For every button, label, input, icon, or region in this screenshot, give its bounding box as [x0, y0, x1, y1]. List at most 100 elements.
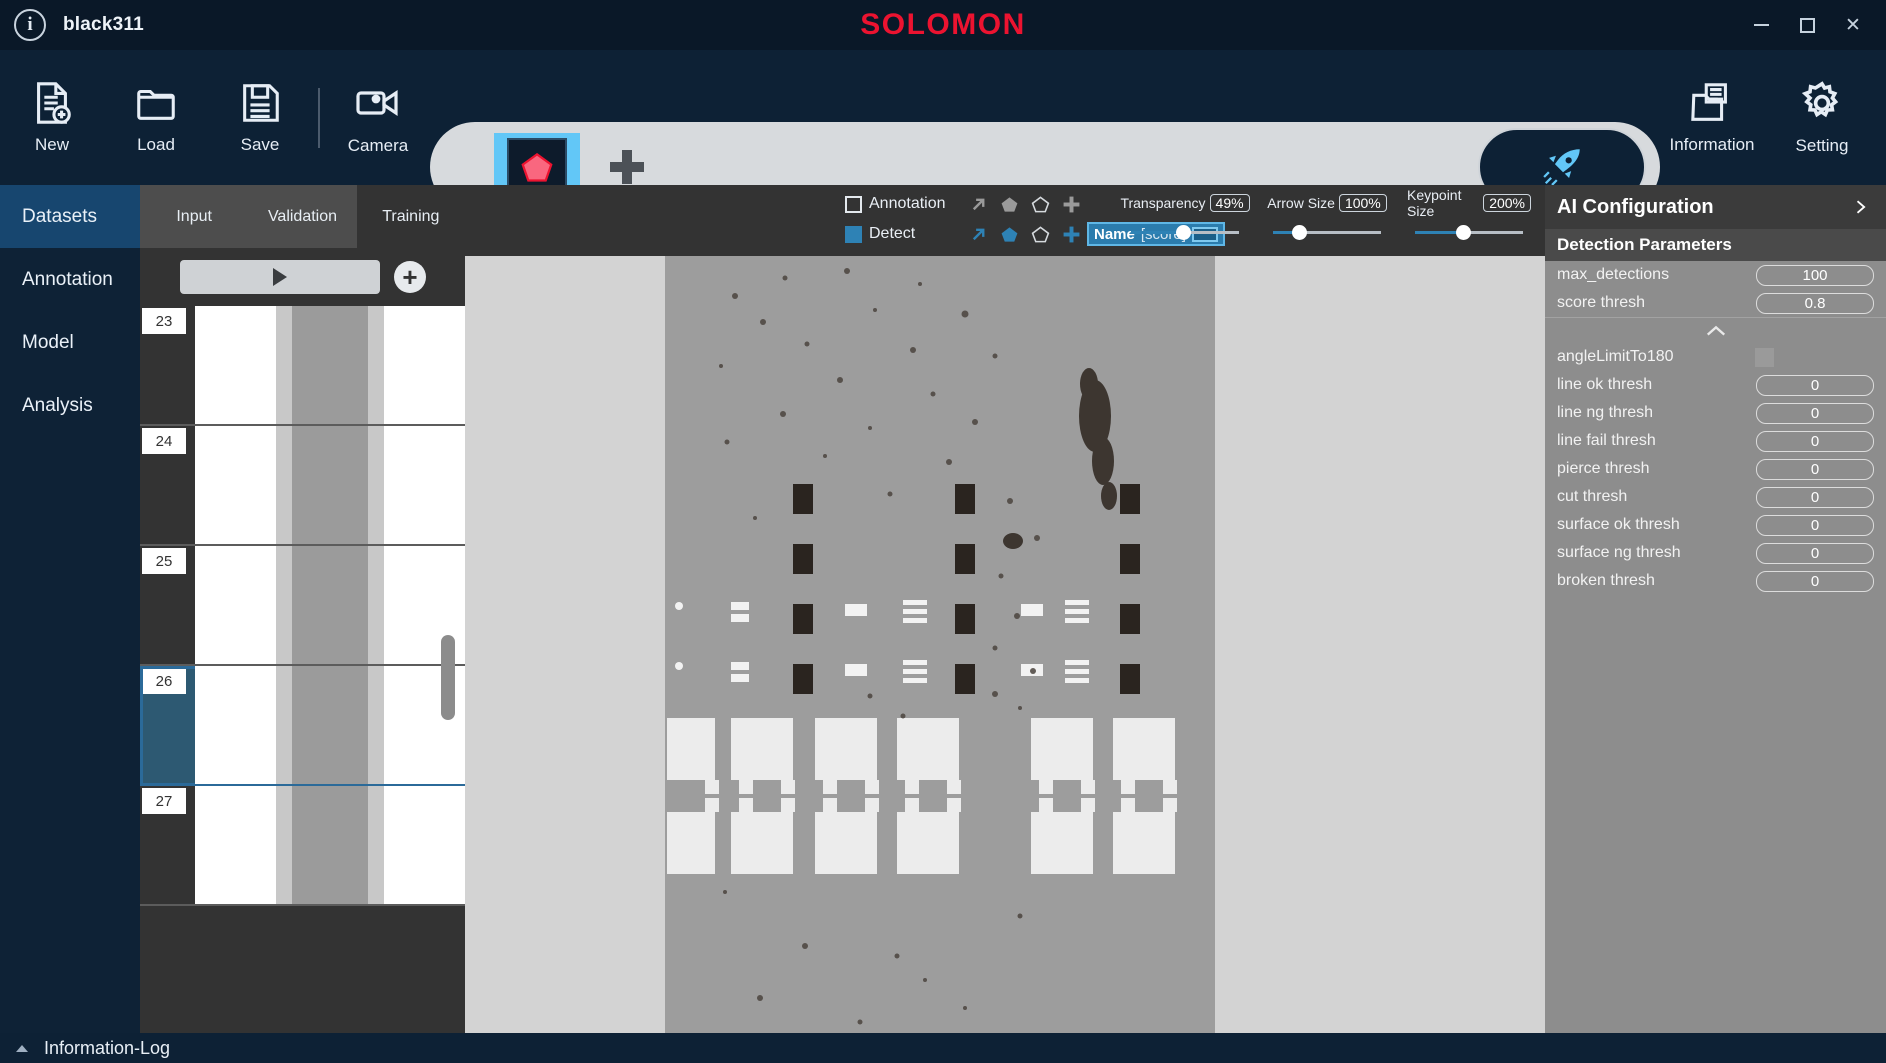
- new-label: New: [35, 135, 69, 155]
- minimize-icon[interactable]: [1738, 4, 1784, 46]
- thumbnail-index: 26: [142, 668, 186, 694]
- param-value[interactable]: 100: [1756, 265, 1874, 286]
- sidebar-label-analysis: Analysis: [22, 395, 93, 417]
- sidebar-item-analysis[interactable]: Analysis: [0, 374, 140, 437]
- close-icon[interactable]: ✕: [1830, 4, 1876, 46]
- chevron-right-icon[interactable]: [1850, 197, 1870, 217]
- main-sidebar: Datasets Annotation Model Analysis: [0, 185, 140, 1035]
- camera-button[interactable]: Camera: [326, 62, 430, 174]
- plus-icon[interactable]: [1062, 195, 1081, 214]
- transparency-slider[interactable]: [1123, 217, 1247, 247]
- gear-icon: [1798, 79, 1846, 127]
- param-max-detections: max_detections 100: [1545, 261, 1886, 289]
- transparency-slider-group: Transparency 49%: [1123, 189, 1247, 247]
- thumbnail-image[interactable]: [195, 786, 465, 904]
- thumbnail-image[interactable]: [195, 306, 465, 424]
- sidebar-item-datasets[interactable]: Datasets: [0, 185, 140, 248]
- param-value[interactable]: 0: [1756, 487, 1874, 508]
- table-row[interactable]: 24: [140, 426, 465, 546]
- param-value[interactable]: 0: [1756, 459, 1874, 480]
- add-dataset-button[interactable]: +: [394, 261, 426, 293]
- view-sliders: Transparency 49% Arrow Size 100%: [1123, 189, 1531, 247]
- setting-label: Setting: [1796, 136, 1849, 156]
- param-value[interactable]: 0: [1756, 375, 1874, 396]
- save-label: Save: [241, 135, 280, 155]
- tab-input[interactable]: Input: [140, 185, 248, 248]
- param-value[interactable]: 0: [1756, 431, 1874, 452]
- main-toolbar: New Load Save: [0, 50, 1886, 185]
- param-value[interactable]: 0.8: [1756, 293, 1874, 314]
- ai-configuration-header[interactable]: AI Configuration: [1545, 185, 1886, 229]
- maximize-icon[interactable]: [1784, 4, 1830, 46]
- detect-checkbox[interactable]: [845, 226, 862, 243]
- dataset-actions: +: [140, 248, 465, 306]
- thumbnail-scrollbar[interactable]: [441, 635, 455, 720]
- table-row[interactable]: 26: [140, 666, 465, 786]
- collapse-section-button[interactable]: [1545, 317, 1886, 343]
- inspection-image-content: [665, 256, 1215, 1035]
- inspection-image[interactable]: [665, 256, 1215, 1035]
- arrow-size-slider-group: Arrow Size 100%: [1265, 189, 1389, 247]
- application-window: i black311 SOLOMON ✕ New: [0, 0, 1886, 1063]
- filled-pentagon-icon[interactable]: [1000, 195, 1019, 214]
- information-button[interactable]: Information: [1660, 62, 1764, 174]
- play-button[interactable]: [180, 260, 380, 294]
- param-value[interactable]: 0: [1756, 403, 1874, 424]
- plus-icon[interactable]: [1062, 225, 1081, 244]
- thumbnail-image[interactable]: [195, 546, 465, 664]
- table-row[interactable]: 25: [140, 546, 465, 666]
- thumbnail-index: 25: [142, 548, 186, 574]
- tab-validation[interactable]: Validation: [248, 185, 356, 248]
- param-key: line ng thresh: [1557, 404, 1756, 422]
- thumbnail-index-cell: 27: [140, 786, 195, 904]
- information-log-label[interactable]: Information-Log: [44, 1038, 170, 1059]
- thumbnail-index-cell: 24: [140, 426, 195, 544]
- param-key: cut thresh: [1557, 488, 1756, 506]
- add-tool-icon[interactable]: [610, 150, 644, 184]
- sidebar-label-datasets: Datasets: [22, 206, 97, 228]
- tab-training[interactable]: Training: [357, 185, 465, 248]
- param-surface-ng-thresh: surface ng thresh 0: [1545, 539, 1886, 567]
- filled-pentagon-icon[interactable]: [1000, 225, 1019, 244]
- save-button[interactable]: Save: [208, 62, 312, 174]
- table-row[interactable]: 23: [140, 306, 465, 426]
- keypoint-size-slider[interactable]: [1407, 217, 1531, 247]
- param-value[interactable]: 0: [1756, 571, 1874, 592]
- load-label: Load: [137, 135, 175, 155]
- param-pierce-thresh: pierce thresh 0: [1545, 455, 1886, 483]
- dataset-panel: Input Validation Training + 23: [140, 185, 465, 1035]
- camera-label: Camera: [348, 136, 408, 156]
- sidebar-item-model[interactable]: Model: [0, 311, 140, 374]
- tab-validation-label: Validation: [268, 208, 337, 226]
- outline-pentagon-icon[interactable]: [1031, 225, 1050, 244]
- param-value[interactable]: 0: [1756, 543, 1874, 564]
- sidebar-item-annotation[interactable]: Annotation: [0, 248, 140, 311]
- new-button[interactable]: New: [0, 62, 104, 174]
- chevron-up-icon: [1705, 324, 1727, 338]
- thumbnail-image[interactable]: [195, 426, 465, 544]
- thumbnail-index: 27: [142, 788, 186, 814]
- tab-training-label: Training: [382, 208, 439, 226]
- toolbar-divider: [318, 88, 320, 148]
- thumbnail-image[interactable]: [195, 666, 465, 784]
- param-value[interactable]: 0: [1756, 515, 1874, 536]
- image-canvas[interactable]: [465, 256, 1545, 1035]
- status-bar: Information-Log: [0, 1033, 1886, 1063]
- transparency-label: Transparency: [1120, 195, 1205, 211]
- annotation-shape-tools: [969, 195, 1081, 214]
- triangle-up-icon[interactable]: [16, 1045, 28, 1052]
- arrow-icon[interactable]: [969, 225, 988, 244]
- annotation-checkbox[interactable]: [845, 196, 862, 213]
- ai-configuration-title: AI Configuration: [1557, 196, 1714, 219]
- arrow-icon[interactable]: [969, 195, 988, 214]
- setting-button[interactable]: Setting: [1770, 62, 1874, 174]
- table-row[interactable]: 27: [140, 786, 465, 906]
- outline-pentagon-icon[interactable]: [1031, 195, 1050, 214]
- thumbnail-index: 23: [142, 308, 186, 334]
- thumbnail-list[interactable]: 23 24 25: [140, 306, 465, 1035]
- ai-configuration-panel: AI Configuration Detection Parameters ma…: [1545, 185, 1886, 1035]
- param-checkbox[interactable]: [1755, 348, 1774, 367]
- arrow-size-slider[interactable]: [1265, 217, 1389, 247]
- arrow-size-label: Arrow Size: [1267, 195, 1335, 211]
- load-button[interactable]: Load: [104, 62, 208, 174]
